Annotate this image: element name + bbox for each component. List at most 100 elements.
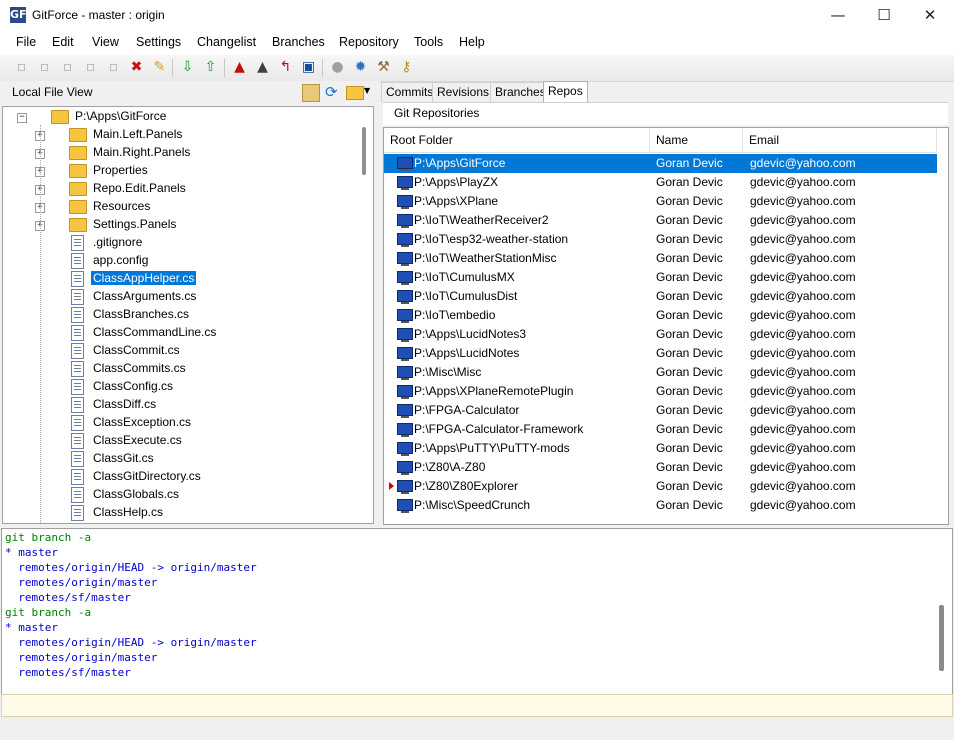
- panel-splitter[interactable]: [376, 81, 380, 525]
- open-folder-icon[interactable]: [346, 86, 364, 100]
- tree-file[interactable]: app.config: [3, 252, 363, 270]
- tree-folder[interactable]: + Repo.Edit.Panels: [3, 180, 363, 198]
- repo-row[interactable]: P:\Apps\PlayZX Goran Devic gdevic@yahoo.co…: [384, 173, 937, 192]
- file-icon: [71, 361, 84, 377]
- tree-folder[interactable]: + Main.Right.Panels: [3, 144, 363, 162]
- tree-file[interactable]: ClassCommit.cs: [3, 342, 363, 360]
- tree-file[interactable]: ClassHelp.cs: [3, 504, 363, 522]
- tree-folder[interactable]: + Settings.Panels: [3, 216, 363, 234]
- repo-row[interactable]: P:\Z80\A-Z80 Goran Devic gdevic@yahoo.com: [384, 458, 937, 477]
- repo-root-folder: P:\IoT\esp32-weather-station: [414, 232, 569, 246]
- menu-help[interactable]: Help: [459, 35, 485, 49]
- repo-row[interactable]: P:\FPGA-Calculator-Framework Goran Devic g…: [384, 420, 937, 439]
- tree-file[interactable]: ClassArguments.cs: [3, 288, 363, 306]
- tree-file[interactable]: ClassBranches.cs: [3, 306, 363, 324]
- output-console[interactable]: git branch -a * master remotes/origin/HEA…: [1, 528, 953, 695]
- repo-row[interactable]: P:\IoT\CumulusDist Goran Devic gdevic@yaho…: [384, 287, 937, 306]
- tree-file[interactable]: ClassException.cs: [3, 414, 363, 432]
- toolbar-separator: [224, 59, 225, 77]
- add-icon[interactable]: ▫: [35, 58, 54, 77]
- menu-file[interactable]: File: [16, 35, 36, 49]
- menu-repository[interactable]: Repository: [339, 35, 399, 49]
- tab-revisions[interactable]: Revisions: [432, 82, 495, 102]
- view-mode-icon[interactable]: [302, 84, 320, 102]
- repo-row[interactable]: P:\IoT\CumulusMX Goran Devic gdevic@yahoo.…: [384, 268, 937, 287]
- maximize-button[interactable]: ☐: [861, 0, 907, 31]
- keys-icon[interactable]: ⚷: [397, 58, 416, 77]
- col-email[interactable]: Email: [743, 128, 937, 152]
- push-icon[interactable]: ⇧: [201, 58, 220, 77]
- tree-scrollbar-thumb[interactable]: [362, 127, 366, 175]
- col-root-folder[interactable]: Root Folder: [384, 128, 650, 152]
- merge-icon[interactable]: ▲: [230, 58, 249, 77]
- branch-icon[interactable]: ▲: [253, 58, 272, 77]
- edit-icon[interactable]: ▫: [58, 58, 77, 77]
- tab-commits[interactable]: Commits: [381, 82, 439, 102]
- tree-file[interactable]: ClassAppHelper.cs: [3, 270, 363, 288]
- menu-tools[interactable]: Tools: [414, 35, 443, 49]
- repo-row[interactable]: P:\Misc\Misc Goran Devic gdevic@yahoo.com: [384, 363, 937, 382]
- repo-row[interactable]: P:\Apps\PuTTY\PuTTY-mods Goran Devic gdevi…: [384, 439, 937, 458]
- tree-file[interactable]: ClassDiff.cs: [3, 396, 363, 414]
- tree-label: ClassConfig.cs: [93, 379, 174, 393]
- minimize-button[interactable]: —: [815, 0, 861, 31]
- repo-row[interactable]: P:\Apps\GitForce Goran Devic gdevic@yahoo.…: [384, 154, 937, 173]
- tree-file[interactable]: ClassGlobals.cs: [3, 486, 363, 504]
- settings-gear-icon[interactable]: ✹: [351, 58, 370, 77]
- col-name[interactable]: Name: [650, 128, 743, 152]
- repo-row[interactable]: P:\Misc\SpeedCrunch Goran Devic gdevic@yah…: [384, 496, 937, 515]
- delete-file-icon[interactable]: ▫: [104, 58, 123, 77]
- repo-row[interactable]: P:\Apps\XPlane Goran Devic gdevic@yahoo.co…: [384, 192, 937, 211]
- repo-row[interactable]: P:\Apps\LucidNotes Goran Devic gdevic@yaho…: [384, 344, 937, 363]
- tree-file[interactable]: .gitignore: [3, 234, 363, 252]
- tree-file[interactable]: ClassExecute.cs: [3, 432, 363, 450]
- repo-row[interactable]: P:\IoT\WeatherStationMisc Goran Devic gdev…: [384, 249, 937, 268]
- tree-root[interactable]: − P:\Apps\GitForce: [3, 108, 363, 126]
- repo-user-email: gdevic@yahoo.com: [750, 479, 856, 493]
- stop-icon[interactable]: ●: [328, 58, 347, 77]
- repo-row[interactable]: P:\Apps\LucidNotes3 Goran Devic gdevic@yah…: [384, 325, 937, 344]
- tree-folder[interactable]: + Resources: [3, 198, 363, 216]
- repo-user-email: gdevic@yahoo.com: [750, 232, 856, 246]
- tree-guide-line: [40, 125, 41, 523]
- pull-icon[interactable]: ⇩: [178, 58, 197, 77]
- file-icon: [71, 379, 84, 395]
- checkout-icon[interactable]: ↰: [276, 58, 295, 77]
- repo-user-email: gdevic@yahoo.com: [750, 251, 856, 265]
- tree-file[interactable]: ClassConfig.cs: [3, 378, 363, 396]
- tree-label: ClassExecute.cs: [93, 433, 182, 447]
- close-button[interactable]: ✕: [907, 0, 953, 31]
- refresh-icon[interactable]: ⟳: [325, 83, 338, 101]
- menu-edit[interactable]: Edit: [52, 35, 74, 49]
- repo-row[interactable]: P:\Apps\XPlaneRemotePlugin Goran Devic gde…: [384, 382, 937, 401]
- tab-repos[interactable]: Repos: [543, 81, 588, 103]
- menu-changelist[interactable]: Changelist: [197, 35, 256, 49]
- revert-icon[interactable]: ▫: [81, 58, 100, 77]
- tools-icon[interactable]: ⚒: [374, 58, 393, 77]
- tree-folder[interactable]: + Properties: [3, 162, 363, 180]
- file-tree[interactable]: − P:\Apps\GitForce + Main.Left.Panels + Main.…: [2, 106, 374, 524]
- repo-row[interactable]: P:\IoT\WeatherReceiver2 Goran Devic gdevic…: [384, 211, 937, 230]
- command-prompt-icon[interactable]: ▣: [299, 58, 318, 77]
- menu-settings[interactable]: Settings: [136, 35, 181, 49]
- menu-view[interactable]: View: [92, 35, 119, 49]
- tab-branches[interactable]: Branches: [490, 82, 551, 102]
- output-scrollbar-thumb[interactable]: [939, 605, 944, 671]
- repo-row[interactable]: P:\IoT\embedio Goran Devic gdevic@yahoo.co…: [384, 306, 937, 325]
- tree-file[interactable]: ClassGit.cs: [3, 450, 363, 468]
- tree-file[interactable]: ClassGitDirectory.cs: [3, 468, 363, 486]
- repos-grid[interactable]: Root Folder Name Email P:\Apps\GitForce Gor…: [383, 127, 949, 525]
- dropdown-arrow-icon[interactable]: ▼: [364, 86, 370, 95]
- new-file-icon[interactable]: ▫: [12, 58, 31, 77]
- tree-file[interactable]: ClassCommandLine.cs: [3, 324, 363, 342]
- repo-row[interactable]: P:\FPGA-Calculator Goran Devic gdevic@yaho…: [384, 401, 937, 420]
- menu-branches[interactable]: Branches: [272, 35, 325, 49]
- repo-row[interactable]: P:\IoT\esp32-weather-station Goran Devic g…: [384, 230, 937, 249]
- tree-file[interactable]: ClassCommits.cs: [3, 360, 363, 378]
- delete-icon[interactable]: ✖: [127, 58, 146, 77]
- repo-row[interactable]: P:\Z80\Z80Explorer Goran Devic gdevic@yaho…: [384, 477, 937, 496]
- tree-folder[interactable]: + Main.Left.Panels: [3, 126, 363, 144]
- rename-icon[interactable]: ✎: [150, 58, 169, 77]
- collapse-icon[interactable]: −: [17, 113, 27, 123]
- computer-icon: [397, 290, 413, 304]
